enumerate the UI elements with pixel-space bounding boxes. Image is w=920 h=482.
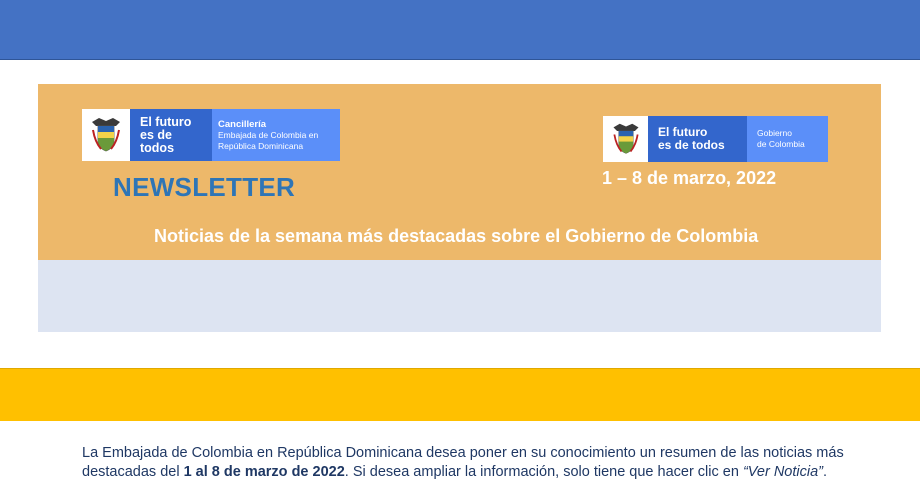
slogan-line: es de todos bbox=[140, 127, 175, 155]
cancilleria-logo: El futuro es de todos Cancillería Embaja… bbox=[82, 109, 340, 161]
entity-line: Embajada de Colombia en bbox=[218, 129, 319, 140]
colombia-coat-of-arms-icon bbox=[82, 109, 130, 161]
banner-header: El futuro es de todos Cancillería Embaja… bbox=[38, 84, 881, 260]
date-range: 1 – 8 de marzo, 2022 bbox=[602, 168, 777, 188]
logo-slogan: El futuro es de todos bbox=[648, 116, 747, 162]
intro-date-range: 1 al 8 de marzo de 2022 bbox=[183, 464, 345, 480]
headline: Noticias de la semana más destacadas sob… bbox=[154, 226, 759, 246]
slogan-line: El futuro bbox=[140, 114, 192, 129]
logo-entity: Gobierno de Colombia bbox=[747, 116, 828, 162]
intro-section: La Embajada de Colombia en República Dom… bbox=[38, 260, 881, 480]
top-band bbox=[0, 0, 920, 60]
newsletter-banner: El futuro es de todos Cancillería Embaja… bbox=[38, 84, 881, 480]
intro-text: La Embajada de Colombia en República Dom… bbox=[82, 444, 852, 482]
entity-line: República Dominicana bbox=[218, 140, 304, 151]
entity-line: Cancillería bbox=[218, 118, 267, 130]
entity-line: de Colombia bbox=[757, 139, 805, 149]
logo-entity: Cancillería Embajada de Colombia en Repú… bbox=[212, 109, 340, 161]
newsletter-title: NEWSLETTER bbox=[113, 172, 296, 202]
logo-slogan: El futuro es de todos bbox=[130, 109, 212, 161]
ver-noticia-reference: “Ver Noticia” bbox=[742, 464, 823, 480]
entity-line: Gobierno bbox=[757, 128, 792, 138]
slogan-line: es de todos bbox=[658, 138, 725, 152]
intro-text-part: . bbox=[822, 464, 828, 480]
gobierno-logo: El futuro es de todos Gobierno de Colomb… bbox=[603, 116, 828, 162]
intro-text-part: . Si desea ampliar la información, solo … bbox=[344, 464, 743, 480]
colombia-coat-of-arms-icon bbox=[603, 116, 648, 162]
bottom-band bbox=[0, 368, 920, 421]
